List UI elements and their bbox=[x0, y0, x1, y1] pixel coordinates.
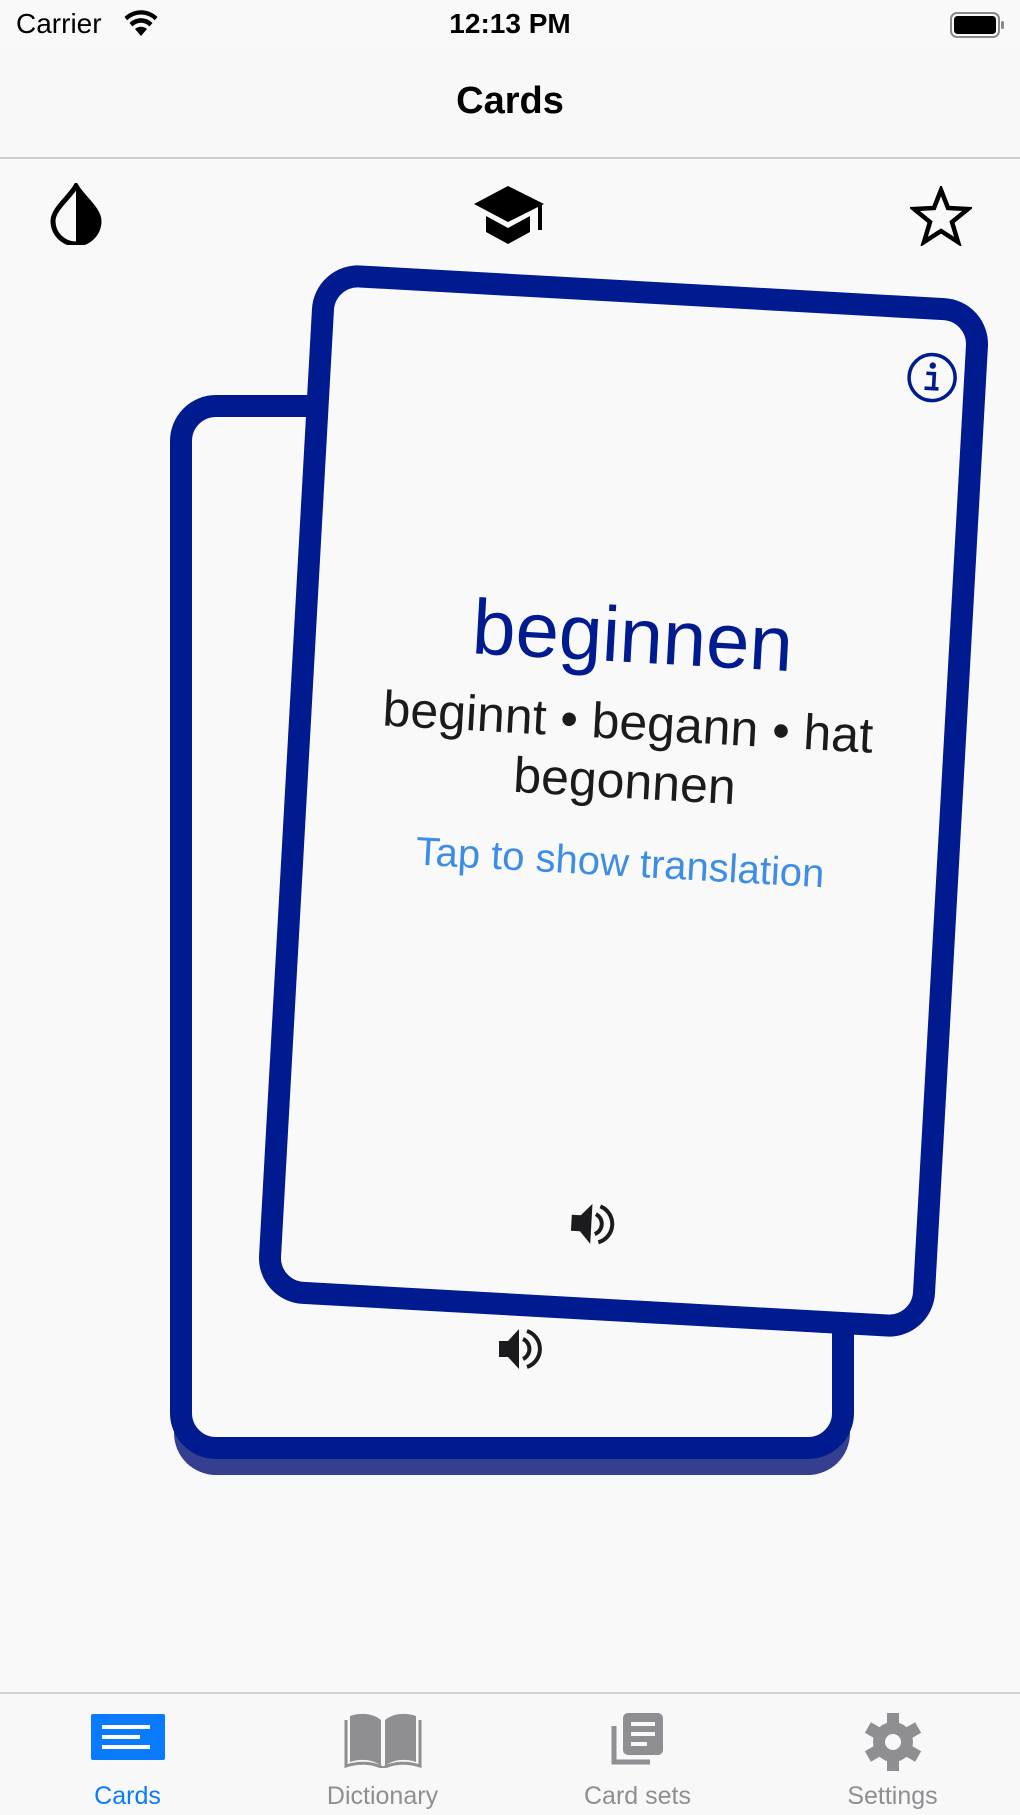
cards-icon bbox=[90, 1712, 165, 1767]
card-sets-icon bbox=[610, 1712, 666, 1771]
tab-cards[interactable]: Cards bbox=[0, 1694, 255, 1815]
tab-label: Settings bbox=[847, 1782, 938, 1810]
tab-card-sets[interactable]: Card sets bbox=[510, 1694, 765, 1815]
graduation-cap-icon[interactable] bbox=[472, 184, 548, 249]
tab-label: Dictionary bbox=[326, 1782, 439, 1810]
status-bar: Carrier 12:13 PM bbox=[0, 0, 1020, 50]
gear-icon bbox=[863, 1712, 923, 1777]
tab-label: Cards bbox=[94, 1782, 161, 1810]
info-icon[interactable] bbox=[905, 350, 960, 405]
tab-label: Card sets bbox=[584, 1782, 691, 1810]
book-icon bbox=[344, 1712, 422, 1773]
navigation-bar: Cards bbox=[0, 50, 1020, 159]
card-word: beginnen bbox=[470, 582, 796, 689]
tab-dictionary[interactable]: Dictionary bbox=[255, 1694, 510, 1815]
show-translation-link[interactable]: Tap to show translation bbox=[303, 823, 938, 903]
card-verb-forms: beginnt • begann • hat begonnen bbox=[381, 680, 875, 815]
speaker-icon[interactable] bbox=[497, 1327, 543, 1376]
clock: 12:13 PM bbox=[449, 8, 571, 39]
speaker-icon[interactable] bbox=[568, 1201, 617, 1252]
battery-full-icon bbox=[950, 12, 1004, 38]
flashcard[interactable]: beginnen beginnt • begann • hat begonnen… bbox=[256, 262, 991, 1340]
tab-settings[interactable]: Settings bbox=[765, 1694, 1020, 1815]
page-title: Cards bbox=[456, 80, 564, 122]
star-outline-icon[interactable] bbox=[908, 183, 974, 251]
tab-bar: Cards Dictionary Card sets Settings bbox=[0, 1692, 1020, 1815]
contrast-drop-icon[interactable] bbox=[48, 180, 104, 250]
card-content: beginnen beginnt • begann • hat begonnen… bbox=[303, 576, 951, 904]
